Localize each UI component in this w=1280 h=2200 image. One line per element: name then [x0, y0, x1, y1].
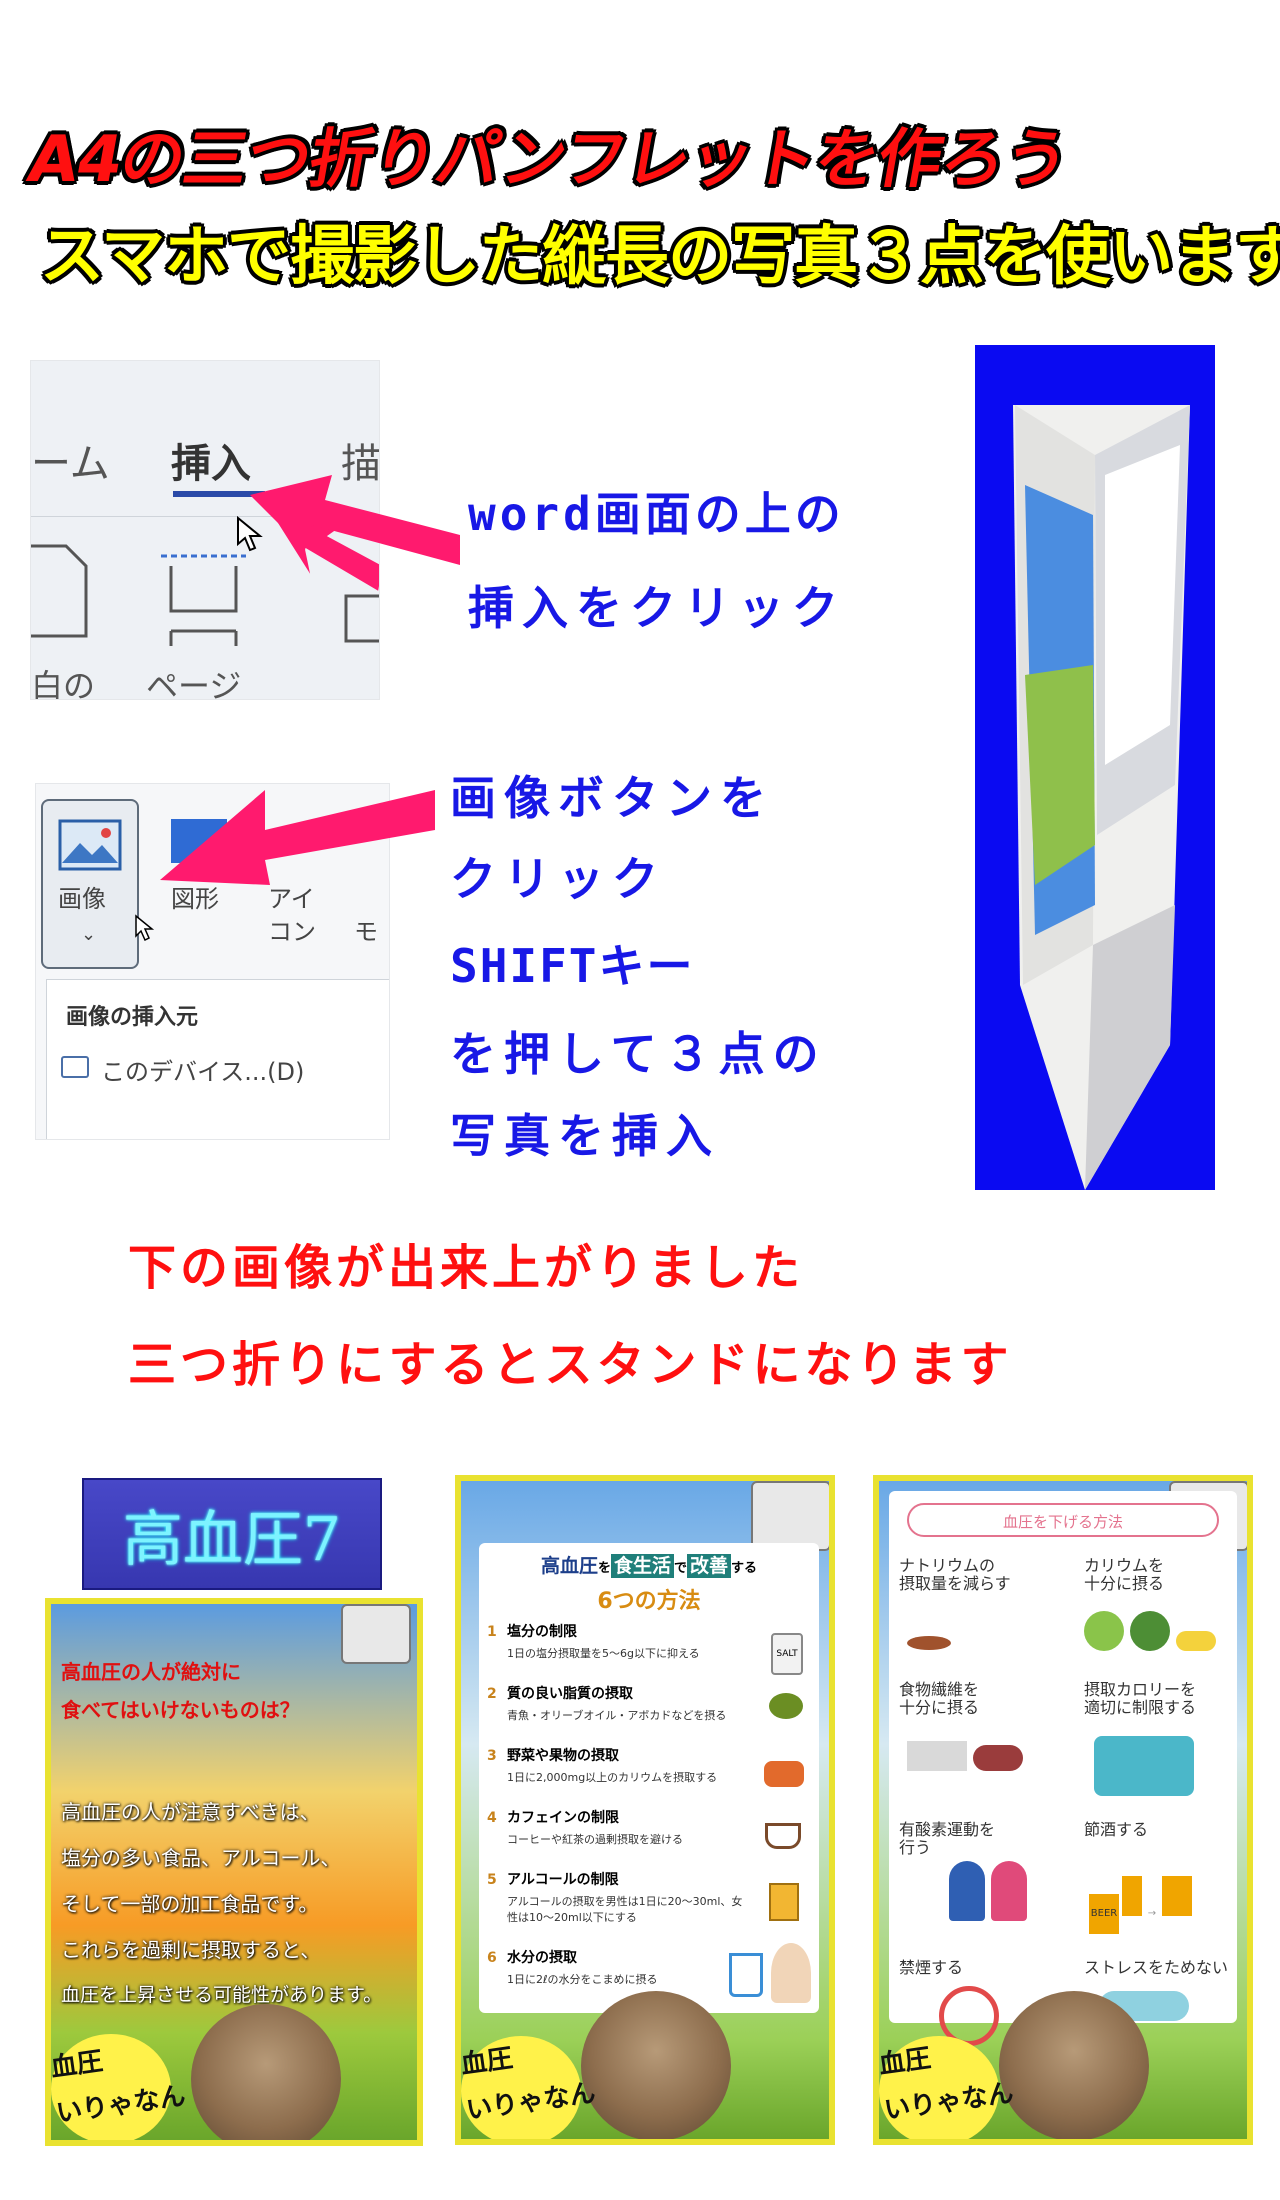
methods-heading: 血圧を下げる方法 [907, 1503, 1219, 1537]
salt-shaker-icon: SALT [771, 1633, 803, 1675]
signature-line-1: 血圧 [877, 2043, 933, 2081]
method-item-2: カリウムを 十分に摂る [1084, 1556, 1165, 1594]
avocado-icon [769, 1693, 803, 1719]
beer-cans-icon: BEER → [1089, 1876, 1219, 1934]
title-part-c: 食生活 [610, 1554, 674, 1578]
title-part-e: 改善 [687, 1554, 732, 1578]
method-item-7: 禁煙する [899, 1958, 964, 1977]
page-break-icon [169, 566, 238, 613]
kitten-photo [191, 2004, 341, 2140]
method-item-3: 食物繊維を 十分に摂る [899, 1680, 980, 1718]
kitten-photo [581, 1991, 731, 2139]
signature-line-1: 血圧 [49, 2046, 105, 2084]
blank-page-icon [31, 544, 88, 638]
doctor-icon [771, 1943, 811, 2003]
tab-insert: 挿入 [171, 441, 251, 487]
water-glass-icon [729, 1953, 763, 1997]
title-part-f: する [731, 1561, 758, 1576]
title-line-2: スマホで撮影した縦長の写真３点を使います [40, 220, 1280, 294]
model-partial-label: モ [354, 918, 378, 946]
question-line-2: 食べてはいけないものは？ [61, 1698, 300, 1722]
title-part-b: を [597, 1561, 611, 1576]
methods-card: 血圧を下げる方法 ナトリウムの 摂取量を減らす カリウムを 十分に摂る 食物繊維を十… [889, 1491, 1237, 2046]
vegetables-fruits-icon [1084, 1611, 1224, 1661]
image-icon [58, 819, 122, 871]
body-line-3: そして一部の加工食品です。 [61, 1892, 319, 1916]
instruction-2-line-2: クリック [450, 852, 666, 906]
body-line-4: これらを過剰に摂取すると、 [61, 1938, 321, 1962]
tip-item-2: 2 質の良い脂質の摂取 青魚・オリーブオイル・アボカドなどを摂る [487, 1686, 727, 1722]
panel-3: 血圧を下げる方法 ナトリウムの 摂取量を減らす カリウムを 十分に摂る 食物繊維を十… [873, 1475, 1253, 2145]
pink-arrow-1-icon [250, 475, 460, 565]
image-button-label: 画像 [58, 885, 106, 913]
method-item-6: 節酒する [1084, 1820, 1149, 1839]
trifold-stand-illustration [1013, 405, 1190, 1190]
title-part-a: 高血圧 [540, 1555, 598, 1577]
panel-2: 高血圧を 食生活で改善 する 6つの方法 1 塩分の制限 1日の塩分摂取量を5～6g以下… [455, 1475, 835, 2145]
instruction-2-line-4: を押して３点の [450, 1027, 827, 1081]
method-item-8: ストレスをためない [1084, 1958, 1229, 1977]
scale-icon [1094, 1736, 1194, 1796]
runners-icon [949, 1861, 1039, 1931]
instruction-2-line-3: SHIFTキー [450, 939, 695, 993]
panel-1: 高血圧の人が絶対に 食べてはいけないものは？ 高血圧の人が注意すべきは、 塩分の… [45, 1598, 423, 2146]
tip-item-5: 5 アルコールの制限 アルコールの摂取を男性は1日に20～30ml、女性は10～20… [487, 1872, 743, 1924]
method-item-4: 摂取カロリーを 適切に制限する [1084, 1680, 1197, 1718]
label-page: ページ [146, 667, 242, 700]
question-line-1: 高血圧の人が絶対に [61, 1660, 241, 1684]
tips-card: 高血圧を 食生活で改善 する 6つの方法 1 塩分の制限 1日の塩分摂取量を5～6g以下… [479, 1543, 819, 2013]
salt-food-icon [907, 1616, 1037, 1656]
blood-pressure-monitor-icon [341, 1604, 411, 1664]
title-line-1: A4の三つ折りパンフレットを作ろう [22, 123, 1074, 197]
tip-item-4: 4 カフェインの制限 コーヒーや紅茶の過剰摂取を避ける [487, 1810, 683, 1846]
device-icon [61, 1056, 89, 1078]
result-line-2: 三つ折りにするとスタンドになります [128, 1337, 1013, 1393]
tips-title: 高血圧を 食生活で改善 する [479, 1551, 819, 1578]
body-line-5: 血圧を上昇させる可能性があります。 [61, 1984, 383, 2006]
menu-header: 画像の挿入元 [66, 1005, 199, 1030]
icon-button-label-2: コン [268, 918, 316, 946]
kitten-photo [999, 1991, 1149, 2139]
beer-mug-icon [769, 1883, 799, 1921]
coffee-cup-icon [765, 1823, 801, 1849]
signature-line-1: 血圧 [459, 2043, 515, 2081]
chevron-down-icon: ⌄ [81, 924, 97, 945]
blood-pressure-monitor-icon [751, 1481, 829, 1551]
badge-text: 高血圧7 [122, 1504, 342, 1575]
result-line-1: 下の画像が出来上がりました [128, 1240, 805, 1296]
body-line-2: 塩分の多い食品、アルコール、 [61, 1846, 341, 1870]
tips-subtitle: 6つの方法 [597, 1589, 701, 1614]
fiber-food-icon [907, 1741, 1047, 1789]
tip-item-1: 1 塩分の制限 1日の塩分摂取量を5～6g以下に抑える [487, 1624, 700, 1660]
method-item-5: 有酸素運動を 行う [899, 1820, 996, 1858]
trifold-stand-photo [975, 345, 1215, 1190]
tip-item-6: 6 水分の摂取 1日に2ℓの水分をこまめに摂る [487, 1950, 658, 1986]
instruction-2-line-5: 写真を挿入 [450, 1109, 720, 1163]
vegetables-icon [764, 1761, 804, 1787]
tab-home-partial: ーム [31, 441, 110, 487]
instruction-1-line-1: word画面の上の [468, 487, 845, 541]
tip-item-3: 3 野菜や果物の摂取 1日に2,000mg以上のカリウムを摂取する [487, 1748, 718, 1784]
menu-item-this-device[interactable]: このデバイス...(D) [101, 1052, 304, 1087]
instruction-1-line-2: 挿入をクリック [468, 581, 846, 635]
cursor-icon [135, 914, 155, 942]
pink-arrow-2-icon [160, 790, 435, 885]
panel-1-badge: 高血圧7 [82, 1478, 382, 1590]
instruction-2-line-1: 画像ボタンを [450, 771, 774, 825]
method-item-1: ナトリウムの 摂取量を減らす [899, 1556, 1011, 1594]
title-part-d: で [674, 1561, 688, 1576]
body-line-1: 高血圧の人が注意すべきは、 [61, 1800, 320, 1824]
label-blank: 白の [31, 667, 96, 700]
